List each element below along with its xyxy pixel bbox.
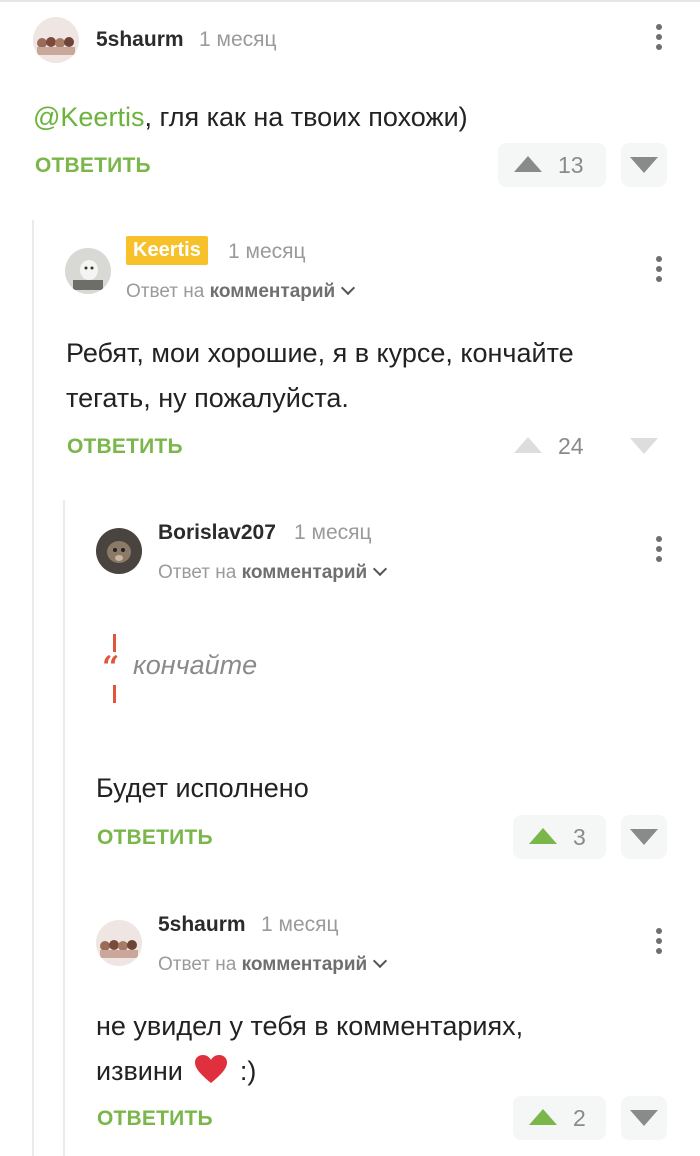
reply-to-target: комментарий [209,281,336,302]
upvote-button[interactable]: 3 [513,815,606,859]
quote-bar [113,685,116,703]
comment-body-line: не увидел у тебя в комментариях, [96,1011,524,1041]
upvote-button[interactable]: 24 [498,424,606,468]
chevron-down-icon [373,561,388,577]
reply-to-prefix: Ответ на [158,562,237,583]
comment-body-line: извини :) [96,1049,523,1094]
more-options-icon[interactable] [655,536,663,566]
comment-body: Будет исполнено [96,773,309,803]
comment-text: Ребят, мои хорошие, я в курсе, кончайте … [66,331,574,421]
top-divider [0,0,700,2]
author-name[interactable]: 5shaurm [158,913,246,937]
user-mention-link[interactable]: @Keertis [33,102,144,132]
comment-time[interactable]: 1 месяц [261,913,339,937]
upvote-button[interactable]: 2 [513,1096,606,1140]
upvote-icon [529,1109,557,1125]
downvote-icon [630,438,658,454]
comment-score: 2 [573,1105,586,1131]
upvote-icon [514,437,542,453]
downvote-icon [630,829,658,845]
reply-button[interactable]: ОТВЕТИТЬ [35,154,151,178]
downvote-icon [630,157,658,173]
chevron-down-icon [341,280,356,296]
reply-button[interactable]: ОТВЕТИТЬ [97,1107,213,1131]
upvote-icon [514,156,542,172]
downvote-button[interactable] [621,143,667,187]
avatar[interactable] [96,528,142,574]
comment-text: @Keertis, гля как на твоих похожи) [33,95,468,140]
comment-body-text: извини [96,1056,183,1086]
reply-button[interactable]: ОТВЕТИТЬ [67,435,183,459]
comment-time[interactable]: 1 месяц [228,240,306,264]
avatar[interactable] [33,17,79,63]
reply-to-prefix: Ответ на [126,281,205,302]
comment-time[interactable]: 1 месяц [199,28,277,52]
downvote-icon [630,1110,658,1126]
comment-body: , гля как на твоих похожи) [144,102,468,132]
reply-to-target: комментарий [241,562,368,583]
reply-to-prefix: Ответ на [158,954,237,975]
reply-to-target: комментарий [241,954,368,975]
downvote-button[interactable] [621,424,667,468]
reply-to-link[interactable]: Ответ на комментарий [126,280,356,303]
comment-body-line: тегать, ну пожалуйста. [66,383,349,413]
reply-button[interactable]: ОТВЕТИТЬ [97,826,213,850]
comment-time[interactable]: 1 месяц [294,521,372,545]
heart-emoji-icon [195,1055,228,1083]
quote-mark-icon: “ [102,650,120,685]
more-options-icon[interactable] [655,928,663,958]
more-options-icon[interactable] [655,24,663,54]
thread-line-level-1[interactable] [32,220,34,1156]
comment-body-line: Ребят, мои хорошие, я в курсе, кончайте [66,338,574,368]
chevron-down-icon [373,953,388,969]
comment-body-text: :) [239,1056,257,1086]
comment-score: 13 [558,152,584,178]
reply-to-link[interactable]: Ответ на комментарий [158,561,388,584]
reply-to-link[interactable]: Ответ на комментарий [158,953,388,976]
author-name[interactable]: 5shaurm [96,28,184,52]
upvote-button[interactable]: 13 [498,143,606,187]
downvote-button[interactable] [621,815,667,859]
avatar[interactable] [96,920,142,966]
comment-text: не увидел у тебя в комментариях, извини … [96,1004,523,1094]
avatar[interactable] [65,248,111,294]
quote-text: кончайте [133,650,258,680]
comment-score: 24 [558,433,584,459]
author-name[interactable]: Borislav207 [158,521,276,545]
author-name[interactable]: Keertis [126,236,208,265]
upvote-icon [529,828,557,844]
thread-line-level-2[interactable] [63,500,65,1156]
more-options-icon[interactable] [655,256,663,286]
comment-score: 3 [573,824,586,850]
downvote-button[interactable] [621,1096,667,1140]
